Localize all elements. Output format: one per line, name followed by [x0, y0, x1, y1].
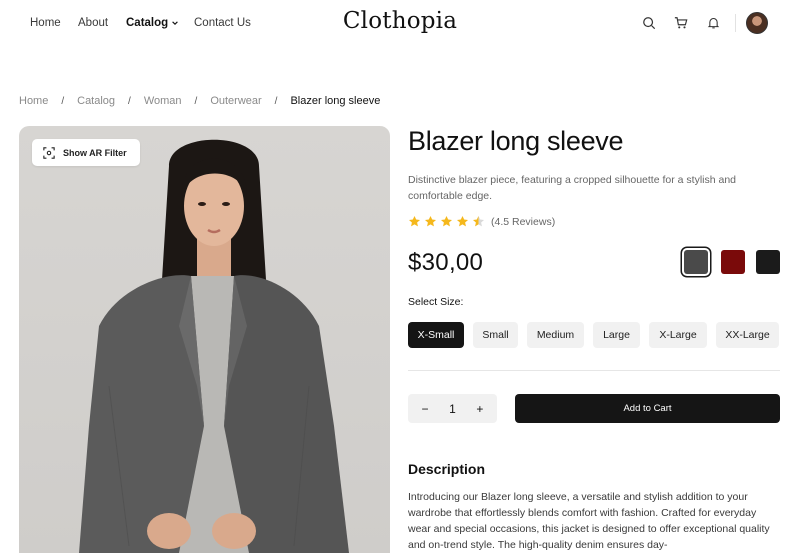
- product-title: Blazer long sleeve: [408, 126, 624, 156]
- quantity-value[interactable]: 1: [449, 402, 456, 416]
- description-title: Description: [408, 461, 486, 477]
- breadcrumb-outerwear[interactable]: Outerwear: [210, 95, 261, 107]
- breadcrumb-separator: /: [128, 95, 131, 107]
- breadcrumb-woman[interactable]: Woman: [144, 95, 182, 107]
- star-icon: [424, 215, 437, 227]
- breadcrumb-separator: /: [61, 95, 65, 107]
- color-swatch-black[interactable]: [756, 250, 780, 274]
- breadcrumb-separator: /: [194, 95, 198, 107]
- size-large-button[interactable]: Large: [593, 322, 640, 348]
- reviews-count[interactable]: (4.5 Reviews): [491, 216, 555, 228]
- star-half-icon: [472, 215, 485, 227]
- add-to-cart-button[interactable]: Add to Cart: [515, 394, 780, 423]
- breadcrumb-catalog[interactable]: Catalog: [77, 95, 115, 107]
- nav-catalog[interactable]: Catalog: [126, 17, 179, 29]
- nav-home[interactable]: Home: [30, 17, 61, 29]
- rating: (4.5 Reviews): [408, 215, 555, 228]
- model-photo: [79, 139, 349, 553]
- star-icon: [456, 215, 469, 227]
- nav-about[interactable]: About: [78, 17, 108, 29]
- bell-icon[interactable]: [705, 15, 721, 31]
- size-small-button[interactable]: Small: [473, 322, 518, 348]
- header-actions: [625, 12, 768, 34]
- breadcrumb-home[interactable]: Home: [19, 95, 48, 107]
- description-body: Introducing our Blazer long sleeve, a ve…: [408, 491, 770, 551]
- size-xxlarge-button[interactable]: XX-Large: [716, 322, 779, 348]
- size-xlarge-button[interactable]: X-Large: [649, 322, 707, 348]
- star-icon: [408, 215, 421, 227]
- breadcrumb: Home / Catalog / Woman / Outerwear / Bla…: [19, 95, 380, 107]
- site-header: Home About Catalog Contact Us Clothopia: [0, 0, 800, 48]
- ar-scan-icon: [43, 146, 55, 159]
- nav-contact[interactable]: Contact Us: [194, 17, 251, 29]
- nav-catalog-label: Catalog: [126, 17, 169, 29]
- size-label: Select Size:: [408, 296, 464, 308]
- size-medium-button[interactable]: Medium: [527, 322, 584, 348]
- color-swatch-gray[interactable]: [684, 250, 708, 274]
- show-ar-filter-button[interactable]: Show AR Filter: [32, 139, 140, 166]
- breadcrumb-current: Blazer long sleeve: [290, 95, 381, 107]
- breadcrumb-separator: /: [274, 95, 278, 107]
- chevron-down-icon: [172, 21, 178, 25]
- decrement-button[interactable]: −: [415, 402, 435, 416]
- product-subtitle: Distinctive blazer piece, featuring a cr…: [408, 174, 737, 202]
- product-image: Show AR Filter: [19, 126, 390, 553]
- increment-button[interactable]: +: [470, 402, 490, 416]
- star-icon: [440, 215, 453, 227]
- search-icon[interactable]: [641, 15, 657, 31]
- product-price: $30,00: [408, 249, 484, 276]
- color-swatch-red[interactable]: [721, 250, 745, 274]
- avatar[interactable]: [746, 12, 768, 34]
- divider: [408, 370, 780, 371]
- quantity-stepper: − 1 +: [408, 394, 497, 423]
- cart-icon[interactable]: [673, 15, 689, 31]
- header-divider: [735, 14, 736, 32]
- size-xsmall-button[interactable]: X-Small: [408, 322, 464, 348]
- ar-button-label: Show AR Filter: [63, 147, 127, 158]
